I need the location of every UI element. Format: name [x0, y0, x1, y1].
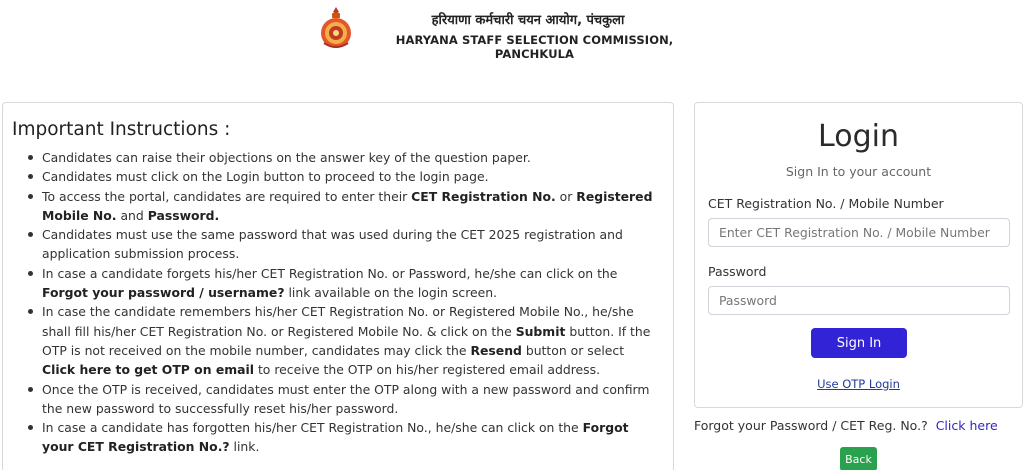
instruction-item: Candidates must use the same password th…: [12, 225, 660, 264]
instruction-item: In case the candidate remembers his/her …: [12, 302, 660, 379]
instruction-emphasis: Password.: [147, 207, 220, 223]
instructions-list: Candidates can raise their objections on…: [12, 148, 660, 457]
password-input[interactable]: [708, 286, 1010, 315]
instruction-text: Candidates can raise their objections on…: [42, 150, 531, 165]
instruction-text: To access the portal, candidates are req…: [42, 188, 412, 204]
instruction-item: Candidates can raise their objections on…: [12, 148, 660, 167]
instruction-emphasis: Forgot your password / username?: [42, 285, 285, 301]
instruction-text: Candidates must use the same password th…: [42, 227, 623, 262]
instruction-emphasis: Submit: [515, 323, 566, 339]
login-subtitle: Sign In to your account: [785, 164, 932, 179]
instruction-item: In case a candidate forgets his/her CET …: [12, 264, 660, 303]
instruction-text: button or select: [521, 342, 625, 358]
instruction-item: In case a candidate has forgotten his/he…: [12, 418, 660, 457]
instruction-text: and: [116, 207, 148, 223]
use-otp-login-link[interactable]: Use OTP Login: [695, 377, 1022, 391]
instruction-text: Candidates must click on the Login butto…: [42, 169, 489, 185]
login-title: Login: [818, 119, 899, 154]
instruction-text: link.: [229, 439, 260, 455]
instruction-item: Candidates must click on the Login butto…: [12, 167, 660, 186]
instruction-text: to receive the OTP on his/her registered…: [254, 362, 601, 378]
instruction-emphasis: Click here to get OTP on email: [42, 362, 254, 378]
instruction-text: or: [555, 188, 577, 204]
site-header: हरियाणा कर्मचारी चयन आयोग, पंचकुला HARYA…: [0, 0, 1024, 62]
instruction-emphasis: Resend: [470, 342, 522, 358]
sign-in-button[interactable]: Sign In: [811, 328, 907, 358]
instructions-panel: Important Instructions : Candidates can …: [2, 102, 674, 470]
back-button[interactable]: Back: [840, 447, 877, 470]
forgot-credentials-text: Forgot your Password / CET Reg. No.?: [694, 418, 928, 433]
instruction-text: Once the OTP is received, candidates mus…: [42, 381, 650, 416]
instruction-text: link available on the login screen.: [284, 285, 498, 301]
instruction-item: To access the portal, candidates are req…: [12, 187, 660, 226]
instruction-emphasis: CET Registration No.: [411, 188, 556, 204]
click-here-link[interactable]: Click here: [936, 418, 998, 433]
instruction-item: Once the OTP is received, candidates mus…: [12, 380, 660, 419]
instruction-text: In case a candidate forgets his/her CET …: [42, 265, 618, 281]
commission-title-english: HARYANA STAFF SELECTION COMMISSION, PANC…: [395, 33, 674, 61]
password-label: Password: [708, 264, 767, 279]
instruction-text: In case a candidate has forgotten his/he…: [42, 420, 583, 436]
haryana-emblem-icon: [321, 7, 351, 48]
instructions-heading: Important Instructions :: [12, 119, 231, 140]
registration-label: CET Registration No. / Mobile Number: [708, 196, 944, 211]
forgot-credentials-row: Forgot your Password / CET Reg. No.? Cli…: [694, 418, 998, 433]
commission-title-hindi: हरियाणा कर्मचारी चयन आयोग, पंचकुला: [431, 13, 625, 28]
login-card: Login Sign In to your account CET Regist…: [694, 102, 1023, 408]
registration-input[interactable]: [708, 218, 1010, 247]
